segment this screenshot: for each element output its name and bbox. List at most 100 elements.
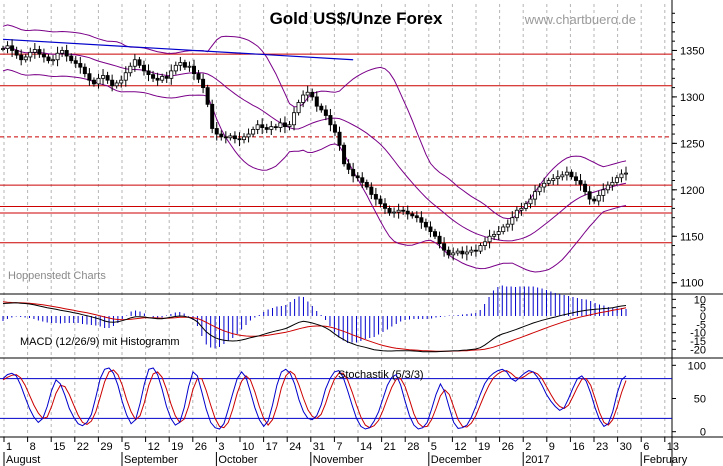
x-day-label: 29 [100,441,112,453]
candle [178,62,183,66]
candle [210,103,215,129]
macd-tick-label: -20 [690,344,706,356]
x-month-label: November [313,454,364,466]
source-label: Hoppenstedt Charts [8,270,106,282]
candle [128,65,133,74]
candle [60,50,65,54]
candle [155,77,160,81]
x-day-label: 22 [77,441,89,453]
candle [160,76,165,81]
candle [592,198,597,202]
candle [46,56,51,62]
watermark-text: www.chartbuero.de [524,12,636,27]
candle [32,49,37,53]
stoch-tick-label: 100 [688,360,706,372]
candle [314,96,319,107]
candle [119,79,124,84]
candle [573,176,578,181]
candle [496,231,501,235]
candle [169,70,174,79]
candle [82,66,87,75]
x-day-label: 19 [171,441,183,453]
candle [0,48,6,50]
candle [492,233,497,237]
x-day-label: 21 [384,441,396,453]
candle [414,215,419,219]
price-tick-label: 1300 [680,92,704,104]
candle [519,207,524,211]
candle [437,235,442,245]
candle [542,182,547,188]
candle [405,210,410,215]
x-day-label: 6 [643,441,649,453]
candle [255,124,260,130]
candle [587,191,592,200]
candle [560,174,565,178]
candle [64,50,69,57]
candle [260,124,265,128]
candle [528,198,533,205]
candle [624,172,629,175]
candle [5,45,10,49]
gold-chart: 1100 1150 1200 1250 1300 1350 10 5 0 -5 -10 -15 -20 1… [0,0,723,466]
candle [355,175,360,179]
candle [14,50,19,56]
x-month-label: September [124,454,178,466]
price-tick-label: 1250 [680,138,704,150]
candle [205,87,210,105]
candle [228,135,233,139]
candle [310,91,315,98]
x-day-label: 1 [6,441,12,453]
candle [223,136,228,139]
horizontal-levels [0,53,672,244]
x-month-label: October [218,454,257,466]
stochastic-k-line [2,367,627,430]
candle [132,59,137,67]
candle [23,56,28,61]
candle [505,223,510,228]
candle [187,65,192,68]
candle [487,235,492,243]
candle [287,124,292,128]
x-day-label: 13 [667,441,679,453]
x-day-label: 17 [266,441,278,453]
x-day-label: 12 [454,441,466,453]
price-tick-label: 1200 [680,185,704,197]
candle [273,126,278,129]
candle [237,138,242,141]
price-tick-label: 1100 [680,278,704,290]
candle [328,115,333,126]
candle [173,64,178,72]
candle [105,75,110,81]
price-tick-label: 1150 [680,231,704,243]
candle [510,217,515,225]
candle [164,76,169,79]
candle [251,129,256,135]
candle [537,186,542,193]
x-day-label: 12 [148,441,160,453]
trendline [2,38,354,61]
x-day-label: 2 [525,441,531,453]
candle [596,194,601,202]
candle [373,194,378,200]
candle [41,53,46,58]
candle [96,77,101,85]
candle [246,133,251,138]
candle [201,78,206,89]
candle [446,249,451,256]
candle [123,72,128,81]
candle [369,186,374,195]
candle [396,209,401,213]
candle [419,217,424,223]
candle [478,245,483,252]
candle [410,213,415,217]
candle [569,171,574,178]
candle [392,211,397,214]
candle [278,122,283,128]
x-day-label: 15 [53,441,65,453]
candle [342,144,347,165]
candle [191,65,196,75]
x-month-label: February [643,454,688,466]
x-day-label: 3 [218,441,224,453]
x-day-label: 23 [596,441,608,453]
